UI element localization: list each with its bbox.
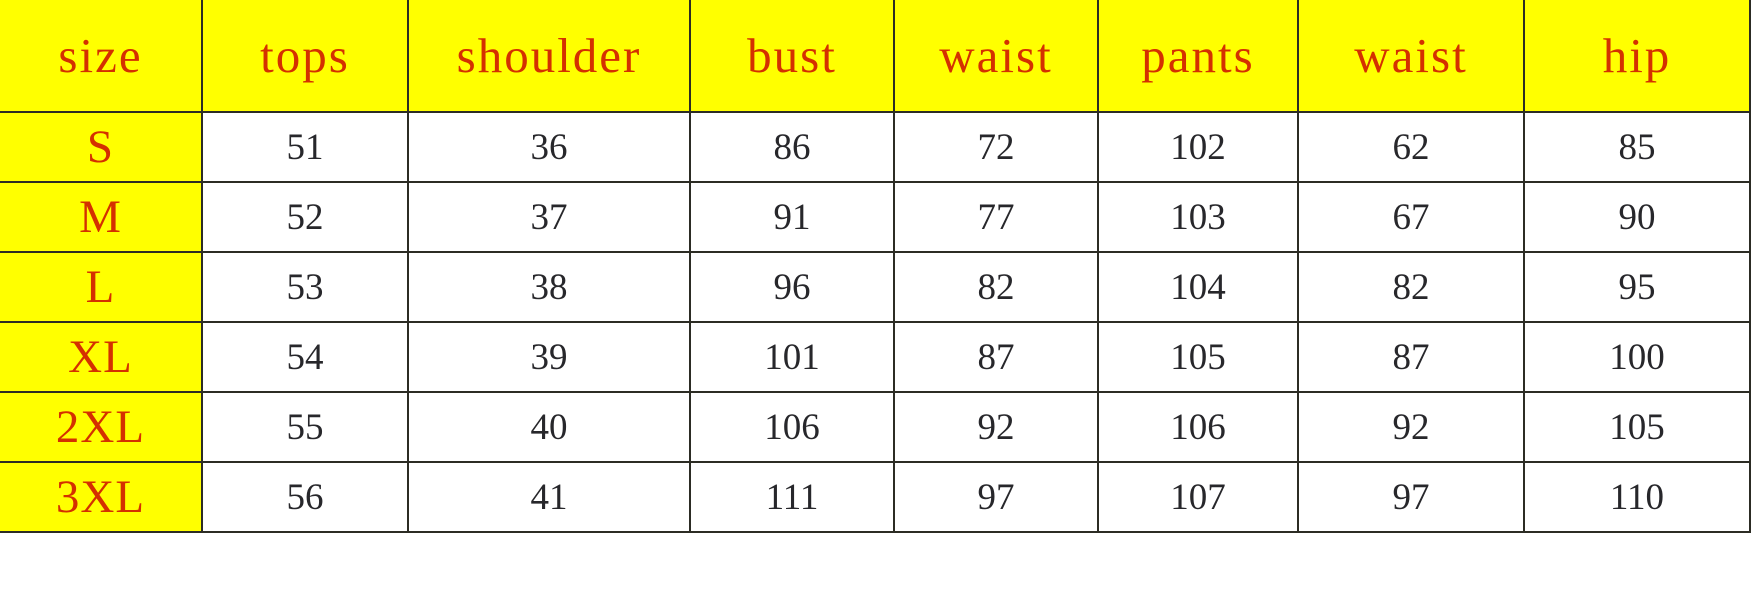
column-header-pants: pants	[1097, 0, 1299, 113]
table-row: S 51 36 86 72 102 62 85	[0, 111, 1751, 183]
header-row: size tops shoulder bust waist pants wais…	[0, 0, 1751, 113]
cell-bust: 86	[689, 111, 895, 183]
cell-waist-bottom: 67	[1297, 181, 1525, 253]
cell-waist-top: 82	[893, 251, 1099, 323]
table-row: 2XL 55 40 106 92 106 92 105	[0, 391, 1751, 463]
cell-waist-top: 77	[893, 181, 1099, 253]
cell-shoulder: 36	[407, 111, 691, 183]
size-label-cell: M	[0, 181, 203, 253]
column-header-bust: bust	[689, 0, 895, 113]
size-label-cell: L	[0, 251, 203, 323]
cell-shoulder: 39	[407, 321, 691, 393]
table-header: size tops shoulder bust waist pants wais…	[0, 0, 1751, 113]
size-label-cell: 3XL	[0, 461, 203, 533]
cell-tops: 56	[201, 461, 409, 533]
cell-waist-bottom: 82	[1297, 251, 1525, 323]
cell-tops: 53	[201, 251, 409, 323]
column-header-tops: tops	[201, 0, 409, 113]
cell-waist-bottom: 62	[1297, 111, 1525, 183]
table-row: M 52 37 91 77 103 67 90	[0, 181, 1751, 253]
cell-waist-bottom: 87	[1297, 321, 1525, 393]
column-header-waist-bottom: waist	[1297, 0, 1525, 113]
table-body: S 51 36 86 72 102 62 85 M 52 37 91 77 10…	[0, 111, 1751, 533]
cell-hip: 100	[1523, 321, 1751, 393]
cell-waist-top: 92	[893, 391, 1099, 463]
cell-hip: 85	[1523, 111, 1751, 183]
cell-waist-top: 72	[893, 111, 1099, 183]
cell-pants: 105	[1097, 321, 1299, 393]
cell-bust: 106	[689, 391, 895, 463]
cell-bust: 96	[689, 251, 895, 323]
size-chart-table: size tops shoulder bust waist pants wais…	[0, 0, 1751, 533]
cell-tops: 55	[201, 391, 409, 463]
table-row: 3XL 56 41 111 97 107 97 110	[0, 461, 1751, 533]
cell-hip: 95	[1523, 251, 1751, 323]
cell-hip: 110	[1523, 461, 1751, 533]
size-label-cell: 2XL	[0, 391, 203, 463]
cell-bust: 111	[689, 461, 895, 533]
column-header-hip: hip	[1523, 0, 1751, 113]
cell-bust: 101	[689, 321, 895, 393]
cell-pants: 103	[1097, 181, 1299, 253]
table-row: L 53 38 96 82 104 82 95	[0, 251, 1751, 323]
cell-hip: 105	[1523, 391, 1751, 463]
cell-pants: 106	[1097, 391, 1299, 463]
cell-tops: 52	[201, 181, 409, 253]
cell-shoulder: 37	[407, 181, 691, 253]
cell-waist-top: 97	[893, 461, 1099, 533]
cell-waist-top: 87	[893, 321, 1099, 393]
cell-shoulder: 38	[407, 251, 691, 323]
table-row: XL 54 39 101 87 105 87 100	[0, 321, 1751, 393]
column-header-shoulder: shoulder	[407, 0, 691, 113]
cell-tops: 51	[201, 111, 409, 183]
size-label-cell: S	[0, 111, 203, 183]
cell-pants: 102	[1097, 111, 1299, 183]
size-label-cell: XL	[0, 321, 203, 393]
column-header-size: size	[0, 0, 203, 113]
cell-tops: 54	[201, 321, 409, 393]
cell-waist-bottom: 92	[1297, 391, 1525, 463]
cell-shoulder: 40	[407, 391, 691, 463]
cell-waist-bottom: 97	[1297, 461, 1525, 533]
cell-pants: 107	[1097, 461, 1299, 533]
column-header-waist-top: waist	[893, 0, 1099, 113]
cell-bust: 91	[689, 181, 895, 253]
cell-shoulder: 41	[407, 461, 691, 533]
cell-hip: 90	[1523, 181, 1751, 253]
cell-pants: 104	[1097, 251, 1299, 323]
